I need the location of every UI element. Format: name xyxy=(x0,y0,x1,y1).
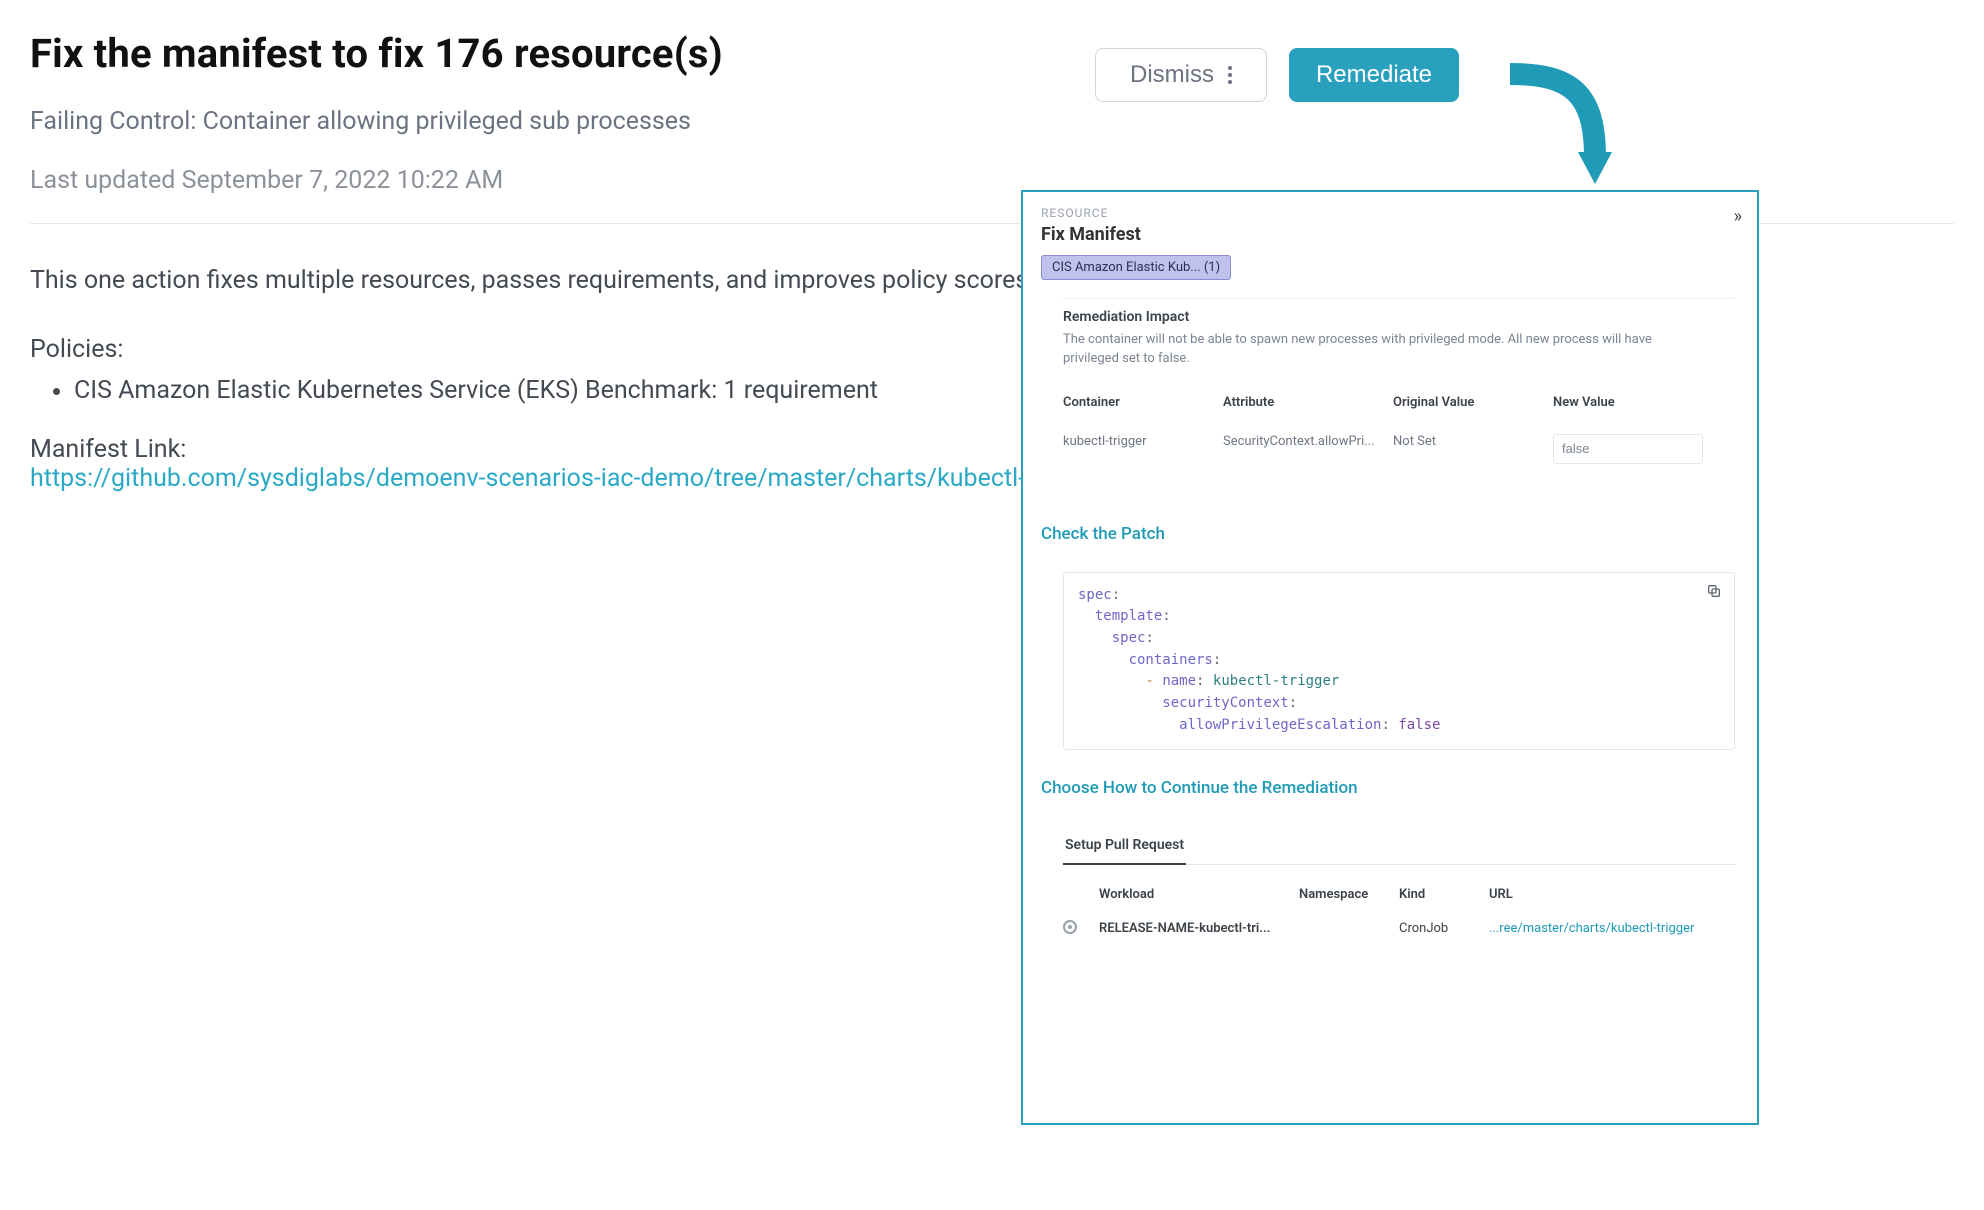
new-value-input[interactable] xyxy=(1553,434,1703,464)
code-token: false xyxy=(1398,717,1440,733)
col-container: Container xyxy=(1063,395,1213,428)
pr-kind: CronJob xyxy=(1399,921,1489,936)
action-bar: Dismiss Remediate xyxy=(1095,48,1459,102)
dismiss-label: Dismiss xyxy=(1130,61,1214,89)
row-original: Not Set xyxy=(1393,428,1543,464)
patch-code-box: spec: template: spec: containers: - name… xyxy=(1063,572,1735,750)
panel-header: RESOURCE Fix Manifest » xyxy=(1041,206,1739,245)
dismiss-button[interactable]: Dismiss xyxy=(1095,48,1267,102)
impact-table: Container Attribute Original Value New V… xyxy=(1063,395,1735,464)
tab-bar: Setup Pull Request xyxy=(1063,834,1735,865)
pr-workload: RELEASE-NAME-kubectl-tri... xyxy=(1099,921,1299,936)
continue-heading: Choose How to Continue the Remediation xyxy=(1041,778,1739,798)
pr-col-namespace: Namespace xyxy=(1299,887,1399,902)
copy-icon[interactable] xyxy=(1706,583,1722,607)
row-container: kubectl-trigger xyxy=(1063,428,1213,464)
manifest-link[interactable]: https://github.com/sysdiglabs/demoenv-sc… xyxy=(30,464,1098,493)
pr-row[interactable]: RELEASE-NAME-kubectl-tri... CronJob ...r… xyxy=(1063,912,1735,946)
col-original: Original Value xyxy=(1393,395,1543,428)
fix-manifest-panel: RESOURCE Fix Manifest » CIS Amazon Elast… xyxy=(1021,190,1759,1125)
row-new-cell xyxy=(1553,428,1735,464)
check-patch-heading: Check the Patch xyxy=(1041,524,1739,544)
pr-col-kind: Kind xyxy=(1399,887,1489,902)
code-token: containers xyxy=(1129,652,1213,668)
code-token: spec xyxy=(1078,587,1112,603)
pr-url[interactable]: ...ree/master/charts/kubectl-trigger xyxy=(1489,921,1735,936)
remediate-button[interactable]: Remediate xyxy=(1289,48,1459,102)
resource-label: RESOURCE xyxy=(1041,206,1141,220)
code-token: kubectl-trigger xyxy=(1213,673,1339,689)
pr-table-head: Workload Namespace Kind URL xyxy=(1063,877,1735,912)
row-attribute: SecurityContext.allowPri... xyxy=(1223,428,1383,464)
pr-col-workload: Workload xyxy=(1099,887,1299,902)
impact-text: The container will not be able to spawn … xyxy=(1063,331,1703,369)
code-token: name xyxy=(1162,673,1196,689)
collapse-icon[interactable]: » xyxy=(1734,206,1739,227)
kebab-menu-icon xyxy=(1228,66,1232,84)
policy-pill[interactable]: CIS Amazon Elastic Kub... (1) xyxy=(1041,255,1231,280)
code-token: allowPrivilegeEscalation xyxy=(1179,717,1381,733)
pr-col-url: URL xyxy=(1489,887,1735,902)
code-token: template xyxy=(1095,608,1162,624)
panel-title: Fix Manifest xyxy=(1041,224,1141,245)
col-new: New Value xyxy=(1553,395,1735,428)
code-token: spec xyxy=(1112,630,1146,646)
col-attribute: Attribute xyxy=(1223,395,1383,428)
pr-table: Workload Namespace Kind URL RELEASE-NAME… xyxy=(1063,877,1735,946)
tab-setup-pr[interactable]: Setup Pull Request xyxy=(1063,837,1186,865)
impact-title: Remediation Impact xyxy=(1063,309,1735,325)
pr-row-radio[interactable] xyxy=(1063,920,1077,934)
page-title: Fix the manifest to fix 176 resource(s) xyxy=(30,30,1954,77)
failing-control-text: Failing Control: Container allowing priv… xyxy=(30,107,1954,136)
code-token: securityContext xyxy=(1162,695,1288,711)
impact-block: Remediation Impact The container will no… xyxy=(1063,298,1735,369)
